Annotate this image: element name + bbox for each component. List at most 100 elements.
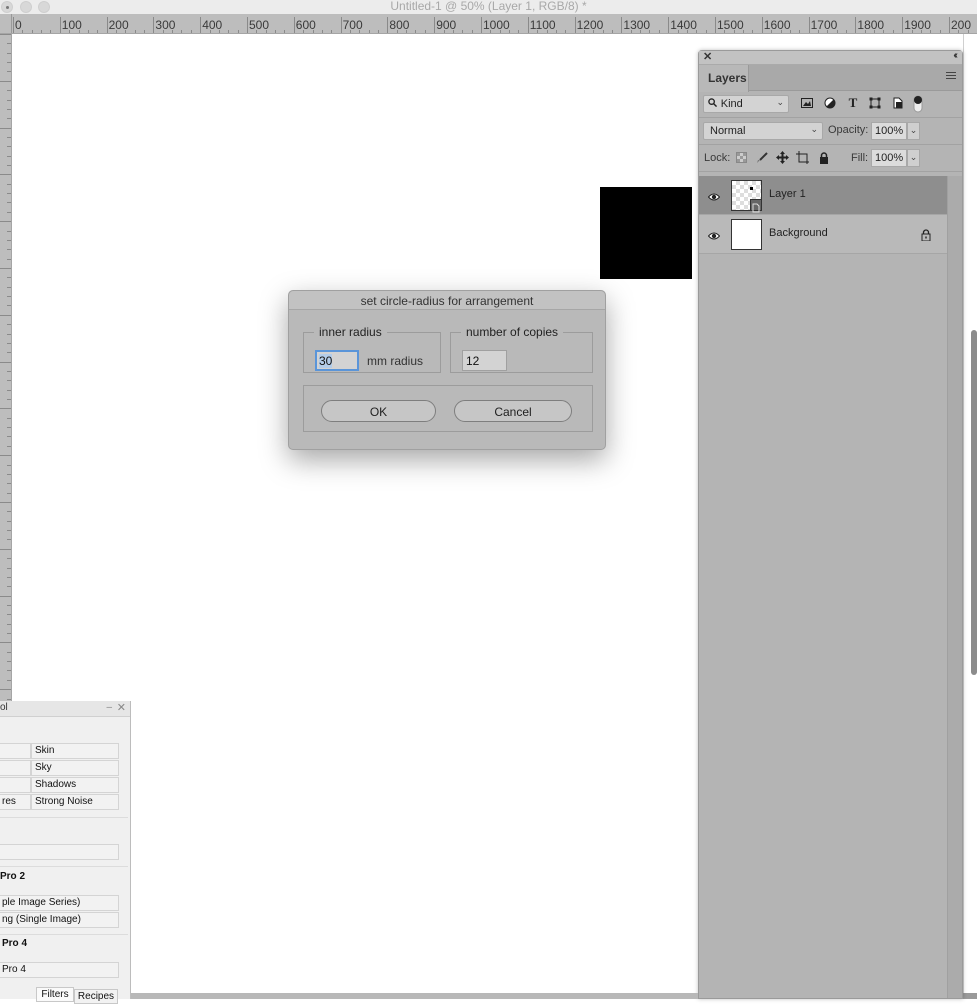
- plugin-item[interactable]: ple Image Series): [0, 895, 119, 911]
- ruler-tick: [7, 464, 11, 466]
- layers-scroll-track[interactable]: [947, 176, 962, 998]
- type-filter-icon[interactable]: T: [846, 95, 860, 110]
- preset-cell[interactable]: [0, 777, 31, 793]
- ruler-tick: [7, 576, 11, 578]
- filter-toggle-icon[interactable]: [911, 94, 925, 113]
- divider: [0, 866, 128, 867]
- cancel-button[interactable]: Cancel: [454, 400, 572, 422]
- ruler-minor-tick: [490, 30, 492, 33]
- black-square-shape[interactable]: [600, 187, 692, 279]
- panel-collapse-icon[interactable]: ‹‹: [953, 50, 957, 61]
- layer-row-background[interactable]: Background: [699, 215, 948, 254]
- ruler-tick: [7, 296, 11, 298]
- ruler-tick: [7, 586, 11, 588]
- ruler-tick: [7, 661, 11, 663]
- preset-cell[interactable]: res: [0, 794, 31, 810]
- tab-layers[interactable]: Layers: [699, 65, 749, 92]
- ruler-tick: [7, 239, 11, 241]
- bottom-strip: [963, 993, 977, 999]
- tab-filters[interactable]: Filters: [36, 987, 74, 1002]
- fill-input[interactable]: 100%: [871, 149, 907, 167]
- layer-thumbnail[interactable]: [731, 219, 762, 250]
- ruler-tick: [7, 436, 11, 438]
- ruler-minor-tick: [658, 30, 660, 33]
- lock-all-icon[interactable]: [817, 151, 830, 164]
- blend-row: Normal ⌄ Opacity: 100% ⌄: [699, 118, 962, 145]
- layer-row-layer-1[interactable]: Layer 1: [699, 176, 948, 215]
- ruler-minor-tick: [883, 30, 885, 33]
- ruler-minor-tick: [752, 30, 754, 33]
- smart-object-filter-icon[interactable]: [891, 96, 905, 110]
- ruler-tick: [7, 202, 11, 204]
- plugin-item[interactable]: Pro 4: [0, 962, 119, 978]
- ruler-major-tick: [59, 17, 61, 33]
- close-icon[interactable]: ✕: [117, 701, 126, 714]
- ruler-major-tick: [668, 17, 670, 33]
- horizontal-ruler[interactable]: 0 100 200 300 400 500 600 700 800 900 1000 1100 1200…: [0, 14, 977, 34]
- preset-cell-strong-noise[interactable]: Strong Noise: [31, 794, 119, 810]
- visibility-eye-icon[interactable]: [707, 229, 721, 241]
- adjustment-filter-icon[interactable]: [823, 96, 837, 110]
- lock-image-pixels-icon[interactable]: [755, 151, 768, 164]
- ruler-tick: [7, 258, 11, 260]
- ruler-tick: [0, 221, 11, 223]
- ruler-tick: [7, 539, 11, 541]
- ruler-minor-tick: [799, 30, 801, 33]
- ruler-minor-tick: [331, 30, 333, 33]
- preset-cell-skin[interactable]: Skin: [31, 743, 119, 759]
- panel-close-icon[interactable]: ✕: [703, 50, 712, 63]
- preset-cell-sky[interactable]: Sky: [31, 760, 119, 776]
- layer-thumbnail[interactable]: [731, 180, 762, 213]
- ruler-tick: [0, 268, 11, 269]
- ruler-minor-tick: [565, 30, 567, 33]
- mm-radius-label: mm radius: [367, 354, 424, 368]
- preset-cell-shadows[interactable]: Shadows: [31, 777, 119, 793]
- ruler-tick: [7, 165, 11, 167]
- ruler-minor-tick: [349, 30, 351, 33]
- ok-button[interactable]: OK: [321, 400, 436, 422]
- opacity-input[interactable]: 100%: [871, 122, 907, 140]
- layer-lock-icon[interactable]: [921, 228, 932, 242]
- plugin-item[interactable]: ng (Single Image): [0, 912, 119, 928]
- ruler-minor-tick: [930, 30, 932, 33]
- ruler-minor-tick: [228, 30, 230, 33]
- minimize-icon[interactable]: –: [106, 702, 112, 713]
- ruler-tick: [0, 80, 11, 82]
- shape-filter-icon[interactable]: [868, 96, 882, 110]
- lock-transparent-pixels-icon[interactable]: [735, 151, 748, 164]
- lock-position-icon[interactable]: [776, 151, 789, 164]
- ruler-tick: [7, 108, 11, 110]
- preset-cell[interactable]: [0, 743, 31, 759]
- ruler-major-tick: [574, 17, 576, 33]
- empty-field[interactable]: [0, 844, 119, 860]
- ruler-minor-tick: [218, 30, 220, 33]
- lock-artboard-icon[interactable]: [796, 151, 809, 164]
- ruler-minor-tick: [237, 30, 239, 33]
- ruler-tick: [7, 520, 11, 522]
- plugin-panel: ol – ✕ Skin Sky Shadows res Strong Noise…: [0, 701, 131, 1004]
- layers-panel: ✕ ‹‹ Layers Kind ⌄ T Normal ⌄ Opacity: 1…: [698, 50, 963, 999]
- ruler-major-tick: [481, 17, 482, 33]
- inner-radius-input[interactable]: 30: [315, 350, 359, 371]
- ruler-major-tick: [200, 17, 202, 33]
- ruler-tick: [7, 90, 11, 92]
- preset-cell[interactable]: [0, 760, 31, 776]
- layer-name[interactable]: Layer 1: [769, 188, 806, 200]
- fill-dropdown-button[interactable]: ⌄: [907, 149, 920, 167]
- vertical-scrollbar[interactable]: [971, 330, 977, 675]
- copies-input[interactable]: 12: [462, 350, 507, 371]
- ruler-minor-tick: [50, 30, 52, 33]
- layer-name[interactable]: Background: [769, 227, 828, 239]
- opacity-dropdown-button[interactable]: ⌄: [907, 122, 920, 140]
- panel-menu-icon[interactable]: [946, 72, 956, 82]
- filter-kind-select[interactable]: Kind ⌄: [703, 95, 789, 113]
- blend-mode-select[interactable]: Normal ⌄: [703, 122, 823, 140]
- divider: [0, 817, 128, 818]
- image-filter-icon[interactable]: [800, 96, 814, 110]
- ruler-minor-tick: [97, 30, 99, 33]
- tab-recipes[interactable]: Recipes: [74, 989, 118, 1004]
- visibility-eye-icon[interactable]: [707, 190, 721, 202]
- ruler-origin[interactable]: [0, 14, 12, 33]
- inner-radius-group: inner radius 30 mm radius: [303, 325, 441, 373]
- opacity-label: Opacity:: [828, 124, 869, 136]
